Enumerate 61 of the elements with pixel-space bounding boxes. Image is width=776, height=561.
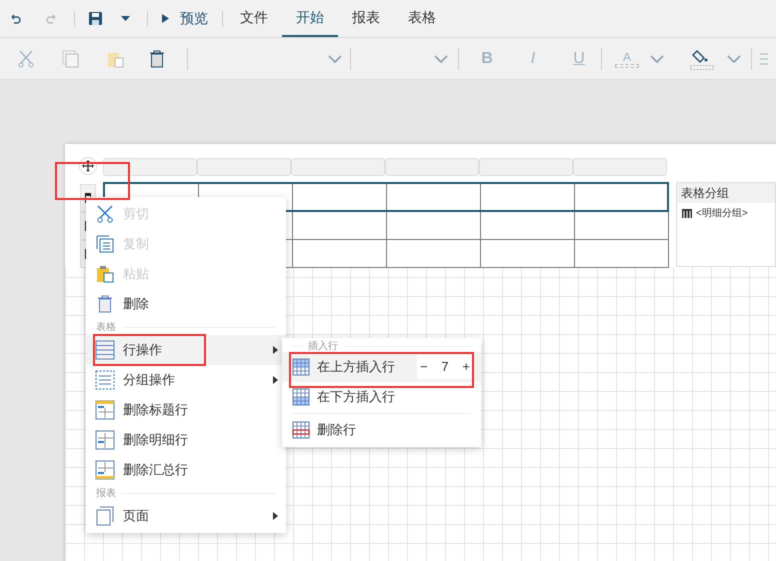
- chevron-down-icon[interactable]: [328, 54, 342, 62]
- table-cell[interactable]: [480, 239, 574, 267]
- stepper-value: 7: [441, 358, 449, 376]
- menu-item[interactable]: 页面: [86, 501, 286, 531]
- section-label: 报表: [96, 486, 116, 500]
- preview-button[interactable]: 预览: [162, 8, 208, 29]
- table-cell[interactable]: [386, 239, 480, 267]
- table-footer-icon: [95, 460, 115, 480]
- menu-tab[interactable]: 表格: [394, 0, 450, 37]
- chevron-down-icon[interactable]: [727, 54, 741, 62]
- submenu-arrow-icon: [273, 512, 278, 520]
- column-handle[interactable]: [479, 158, 573, 176]
- submenu-arrow-icon: [273, 346, 278, 354]
- menu-item[interactable]: 行操作: [86, 335, 286, 365]
- save-icon[interactable]: [89, 12, 102, 25]
- table-detail-icon: [95, 430, 115, 450]
- rows-icon: [95, 340, 115, 360]
- trash-icon[interactable]: [149, 50, 165, 68]
- section-label: 插入行: [308, 340, 338, 354]
- trash-icon: [96, 295, 114, 313]
- table-cell[interactable]: [292, 239, 386, 267]
- submenu-item[interactable]: 在下方插入行: [292, 387, 395, 407]
- table-grid-icon: [292, 358, 310, 376]
- decrement-button[interactable]: −: [420, 357, 428, 377]
- chevron-down-icon[interactable]: [434, 54, 448, 62]
- copy-icon: [96, 235, 114, 253]
- column-handle[interactable]: [385, 158, 479, 176]
- paint-bucket-icon[interactable]: [690, 48, 714, 70]
- column-handle[interactable]: [291, 158, 385, 176]
- panel-title: 表格分组: [677, 183, 775, 203]
- submenu-item[interactable]: 删除行: [292, 420, 356, 440]
- caret-icon[interactable]: [121, 16, 130, 21]
- submenu-item[interactable]: 在上方插入行: [292, 357, 395, 377]
- column-handle[interactable]: [573, 158, 667, 176]
- table-cell[interactable]: [574, 239, 668, 267]
- menu-item[interactable]: 删除标题行: [86, 395, 286, 425]
- row-count-stepper[interactable]: − 7 +: [417, 355, 473, 379]
- table-grid-icon: [292, 388, 310, 406]
- submenu-arrow-icon: [273, 376, 278, 384]
- play-icon: [162, 14, 169, 23]
- undo-icon[interactable]: [9, 14, 21, 24]
- menu-tab[interactable]: 报表: [338, 0, 394, 37]
- dashed-rows-icon: [95, 370, 115, 390]
- menu-tab[interactable]: 文件: [226, 0, 282, 37]
- scissors-icon: [96, 205, 114, 223]
- move-handle-icon[interactable]: [79, 157, 97, 175]
- column-handle[interactable]: [197, 158, 291, 176]
- group-icon: [682, 209, 692, 218]
- group-item[interactable]: <明细分组>: [696, 206, 748, 221]
- table-header-icon: [95, 400, 115, 420]
- menu-item[interactable]: 删除: [86, 289, 286, 319]
- menu-item[interactable]: 分组操作: [86, 365, 286, 395]
- menu-item[interactable]: 删除汇总行: [86, 455, 286, 485]
- chevron-down-icon[interactable]: [650, 54, 664, 62]
- column-handle[interactable]: [103, 158, 197, 176]
- increment-button[interactable]: +: [462, 357, 470, 377]
- pages-icon: [95, 506, 115, 526]
- section-label: 表格: [96, 320, 116, 334]
- clipboard-icon: [96, 265, 114, 283]
- menu-item[interactable]: 删除明细行: [86, 425, 286, 455]
- table-grid-icon: [292, 421, 310, 439]
